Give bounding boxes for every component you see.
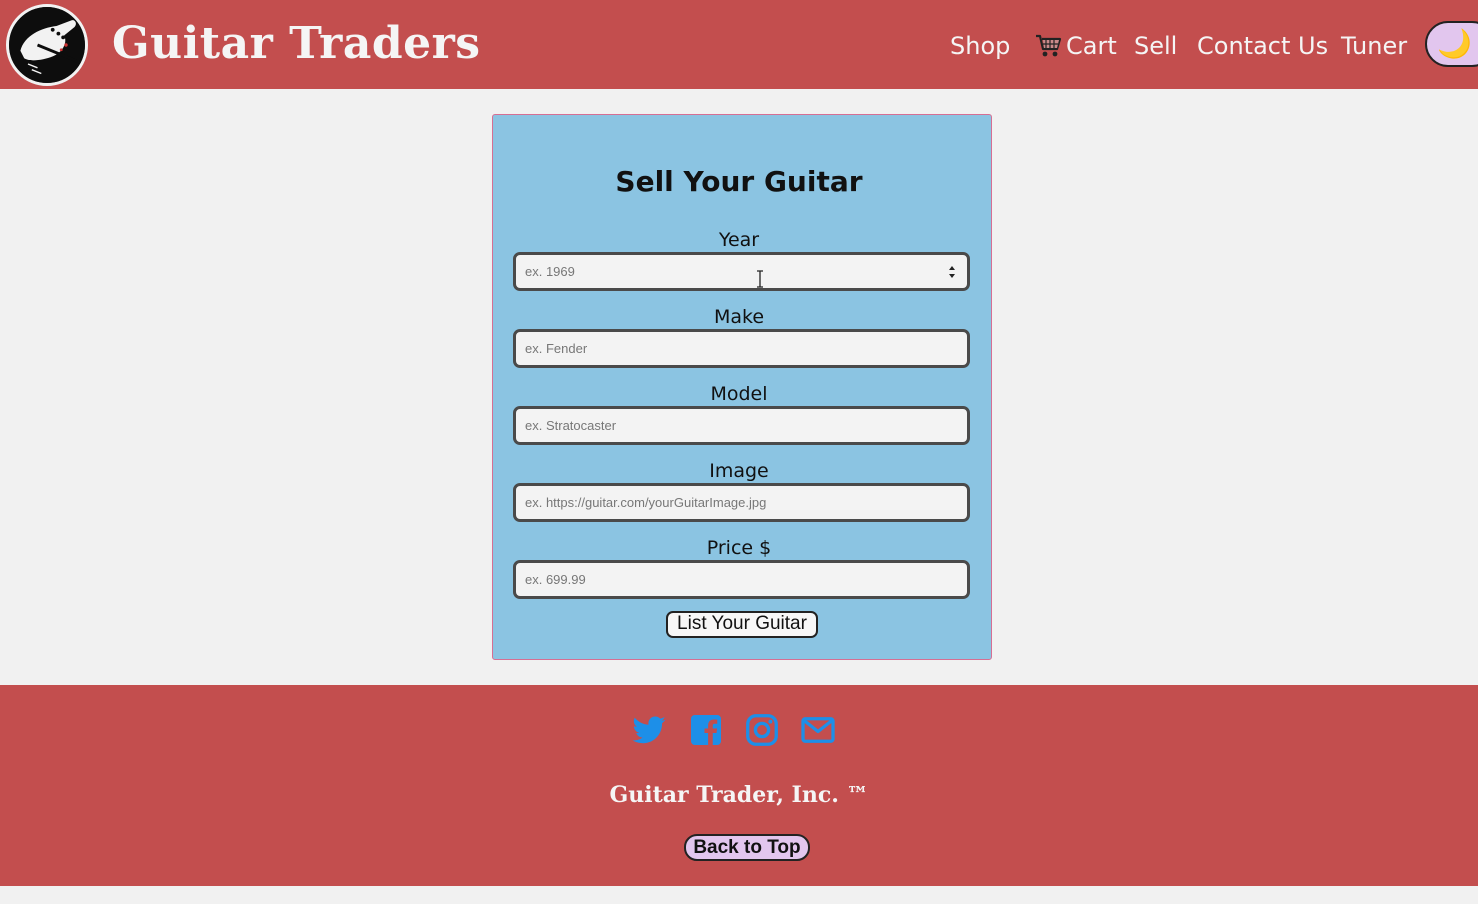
nav-cart-label: Cart [1066, 32, 1117, 60]
twitter-icon[interactable] [631, 712, 667, 748]
price-label: Price $ [706, 537, 772, 559]
make-label: Make [713, 306, 765, 328]
model-label: Model [710, 383, 768, 405]
nav-sell[interactable]: Sell [1134, 28, 1177, 64]
guitar-headstock-icon[interactable] [6, 4, 88, 86]
model-input[interactable] [513, 406, 970, 445]
make-input[interactable] [513, 329, 970, 368]
image-url-input[interactable] [513, 483, 970, 522]
site-brand[interactable]: Guitar Traders [112, 18, 481, 70]
instagram-icon[interactable] [744, 712, 780, 748]
nav-tuner[interactable]: Tuner [1341, 28, 1407, 64]
theme-toggle-button[interactable]: 🌙 [1425, 21, 1478, 67]
nav-contact[interactable]: Contact Us [1197, 28, 1328, 64]
year-stepper[interactable] [948, 265, 956, 279]
back-to-top-button[interactable]: Back to Top [684, 834, 810, 861]
moon-icon: 🌙 [1437, 27, 1472, 60]
copyright-text: Guitar Trader, Inc. ™ [609, 782, 869, 808]
facebook-icon[interactable] [688, 712, 724, 748]
email-icon[interactable] [800, 712, 836, 748]
form-title: Sell Your Guitar [615, 165, 863, 198]
year-input[interactable] [513, 252, 970, 291]
price-input[interactable] [513, 560, 970, 599]
year-label: Year [718, 229, 760, 251]
nav-cart[interactable]: Cart [1034, 28, 1117, 64]
image-label: Image [709, 460, 769, 482]
site-header: Guitar Traders Shop Cart Sell Contact Us… [0, 0, 1478, 89]
list-guitar-button[interactable]: List Your Guitar [666, 611, 818, 638]
shopping-cart-icon [1036, 34, 1062, 57]
nav-shop[interactable]: Shop [950, 28, 1010, 64]
